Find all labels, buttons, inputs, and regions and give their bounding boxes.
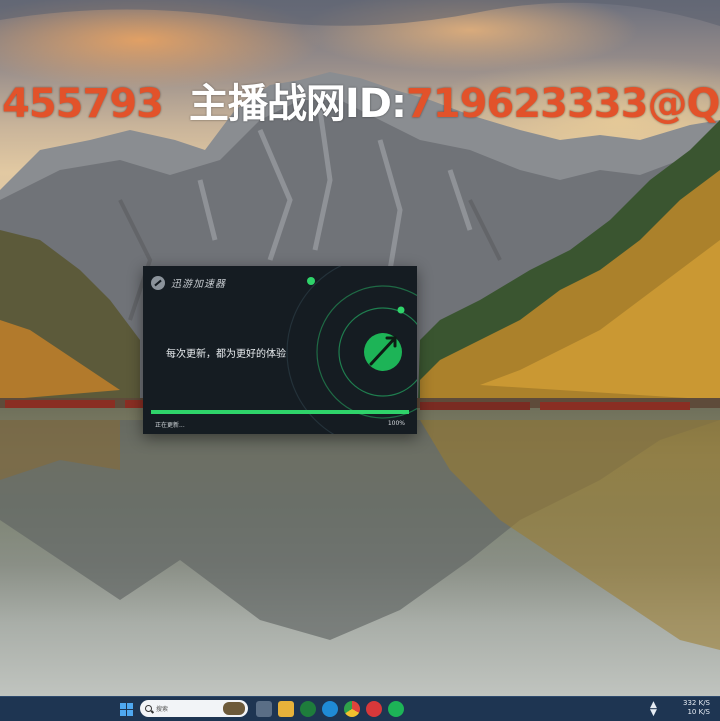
xunyou-accelerator-icon[interactable]	[388, 701, 404, 717]
tray-overflow-icon[interactable]: ▲ ▼	[650, 701, 657, 718]
edge-icon[interactable]	[322, 701, 338, 717]
file-explorer-icon[interactable]	[278, 701, 294, 717]
xbox-icon[interactable]	[300, 701, 316, 717]
search-icon	[145, 705, 152, 712]
updater-window: 迅游加速器 每次更新，都为更好的体验 正在更新... 100%	[143, 266, 417, 434]
widgets-icon[interactable]	[256, 701, 272, 717]
net-upload: 332 K/S	[683, 699, 710, 707]
brand-name: 迅游加速器	[171, 279, 226, 290]
taskbar-search[interactable]: 搜索	[140, 700, 248, 717]
chrome-icon[interactable]	[344, 701, 360, 717]
update-progress-fill	[151, 410, 409, 414]
update-status-text: 正在更新...	[155, 422, 185, 429]
start-button[interactable]	[118, 701, 134, 717]
overlay-label: 主播战网ID:	[188, 81, 407, 127]
search-highlight-icon	[223, 702, 245, 715]
taskbar: 搜索 ▲ ▼ 332 K/S 10 K/S	[0, 696, 720, 721]
search-placeholder: 搜索	[156, 706, 169, 713]
stream-overlay-banner: 455793 主播战网ID:719623333@QQ	[2, 78, 720, 130]
overlay-account: 719623333@QQ	[405, 81, 720, 127]
update-progress-bar	[151, 410, 409, 414]
network-speed: 332 K/S 10 K/S	[683, 699, 710, 717]
overlay-left-id: 455793	[2, 81, 164, 127]
net-download: 10 K/S	[687, 708, 710, 716]
brand-logo-icon	[151, 275, 165, 290]
update-percent-text: 100%	[387, 420, 405, 427]
updater-headline: 每次更新，都为更好的体验	[166, 349, 286, 360]
netease-music-icon[interactable]	[366, 701, 382, 717]
updater-brand: 迅游加速器	[151, 275, 226, 290]
